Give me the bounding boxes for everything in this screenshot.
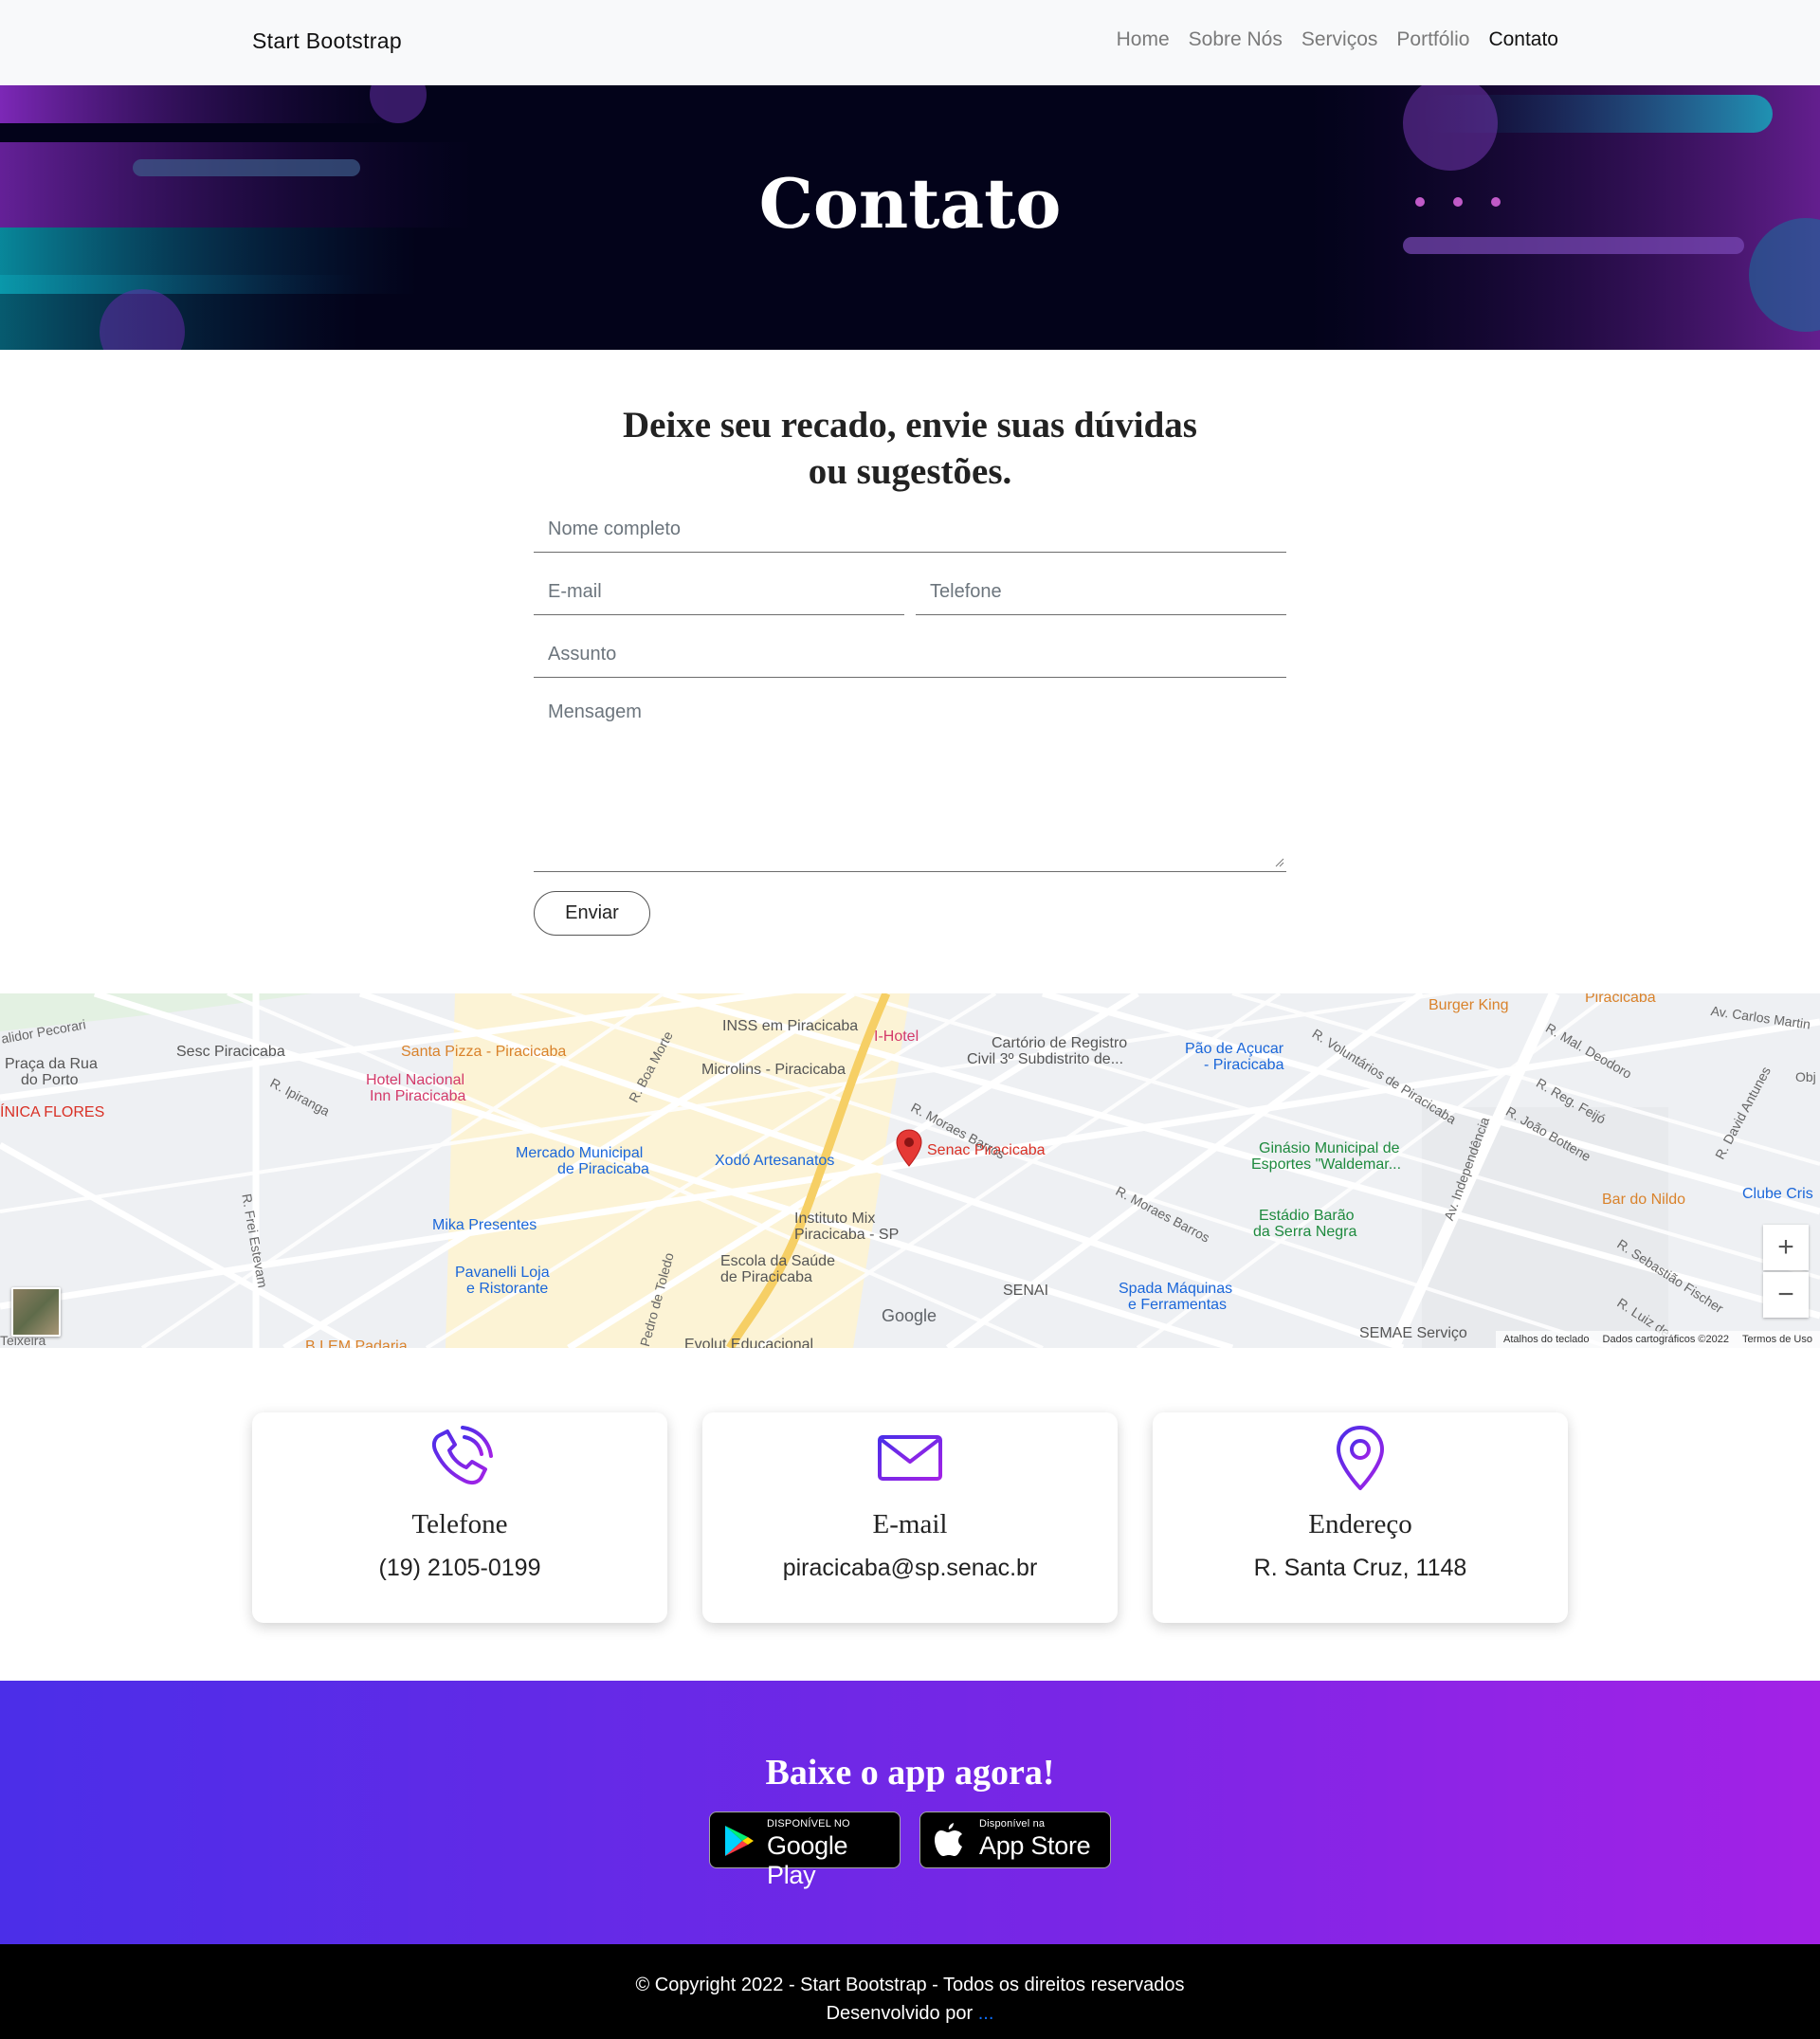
location-pin-icon: [1337, 1426, 1384, 1490]
footer-copyright: © Copyright 2022 - Start Bootstrap - Tod…: [635, 1975, 1185, 1995]
location-pin-icon[interactable]: [895, 1128, 923, 1168]
map-place-label[interactable]: Mika Presentes: [432, 1217, 537, 1234]
map-place-label[interactable]: Escola da Saúde: [720, 1253, 835, 1270]
map-place-label[interactable]: Inn Piracicaba: [370, 1088, 465, 1105]
navbar: Start Bootstrap Home Sobre Nós Serviços …: [0, 0, 1820, 85]
map-place-label[interactable]: - Piracicaba: [1204, 1057, 1283, 1074]
phone-icon: [431, 1426, 493, 1485]
subject-field[interactable]: [534, 632, 1286, 678]
google-play-button[interactable]: DISPONÍVEL NO Google Play: [709, 1811, 901, 1889]
google-logo: Google: [882, 1306, 937, 1325]
map-place-label[interactable]: Sesc Piracicaba: [176, 1044, 285, 1061]
map-place-label[interactable]: Santa Pizza - Piracicaba: [401, 1044, 566, 1061]
map-place-label[interactable]: de Piracicaba: [557, 1161, 649, 1178]
map-place-label[interactable]: Praça da Rua: [5, 1056, 98, 1073]
contact-card-email: E-mail piracicaba@sp.senac.br: [702, 1412, 1118, 1623]
navbar-brand[interactable]: Start Bootstrap: [252, 28, 402, 54]
map-place-label[interactable]: B LEM Padaria: [305, 1338, 408, 1348]
map-data-credit: Dados cartográficos ©2022: [1602, 1334, 1730, 1345]
send-button[interactable]: Enviar: [534, 891, 650, 936]
form-heading: Deixe seu recado, envie suas dúvidas ou …: [531, 402, 1289, 495]
map-place-label[interactable]: da Serra Negra: [1253, 1224, 1356, 1241]
map-place-label[interactable]: Evolut Educacional: [684, 1337, 813, 1348]
map-place-label[interactable]: Clube Cris: [1742, 1186, 1813, 1203]
footer-developer-link[interactable]: ...: [978, 2003, 994, 2024]
footer: © Copyright 2022 - Start Bootstrap - Tod…: [0, 1944, 1820, 2039]
map-place-label[interactable]: Xodó Artesanatos: [715, 1153, 834, 1170]
map-place-label[interactable]: Pavanelli Loja: [455, 1265, 550, 1282]
envelope-icon: [878, 1435, 942, 1481]
map-place-label[interactable]: Piracicaba: [1585, 993, 1656, 1007]
satellite-toggle[interactable]: [11, 1287, 61, 1337]
map-place-label[interactable]: INSS em Piracicaba: [722, 1018, 858, 1035]
google-play-big-text: Google Play: [767, 1831, 848, 1889]
map-place-label[interactable]: e Ferramentas: [1128, 1297, 1227, 1314]
nav-item-contato[interactable]: Contato: [1488, 28, 1558, 51]
hero-banner: Contato: [0, 85, 1820, 350]
contact-card-value[interactable]: piracicaba@sp.senac.br: [702, 1555, 1118, 1582]
map-place-label[interactable]: Bar do Nildo: [1602, 1192, 1685, 1209]
map-place-label[interactable]: Pão de Açucar: [1185, 1041, 1283, 1058]
phone-field[interactable]: [916, 570, 1286, 615]
form-heading-line1: Deixe seu recado, envie suas dúvidas: [623, 405, 1197, 446]
map-place-label[interactable]: Cartório de Registro: [992, 1035, 1127, 1052]
contact-card-title: E-mail: [872, 1509, 948, 1539]
contact-card-title: Endereço: [1308, 1509, 1412, 1539]
map-place-label[interactable]: Civil 3º Subdistrito de...: [967, 1051, 1123, 1068]
map-place-label[interactable]: ÍNICA FLORES: [0, 1104, 104, 1121]
app-store-big-text: App Store: [979, 1831, 1091, 1860]
nav-item-portfolio[interactable]: Portfólio: [1396, 28, 1469, 51]
contact-card-value: R. Santa Cruz, 1148: [1253, 1555, 1467, 1581]
apple-icon: [935, 1823, 962, 1856]
contact-card-address: Endereço R. Santa Cruz, 1148: [1153, 1412, 1568, 1623]
map-place-label[interactable]: SEMAE Serviço: [1359, 1325, 1467, 1342]
footer-credit: Desenvolvido por ...: [0, 2003, 1820, 2025]
full-name-field[interactable]: [534, 507, 1286, 553]
google-play-small-text: DISPONÍVEL NO: [767, 1818, 850, 1830]
map-place-label[interactable]: Microlins - Piracicaba: [701, 1062, 846, 1079]
map-place-label[interactable]: Hotel Nacional: [366, 1072, 464, 1089]
map-place-label[interactable]: Ginásio Municipal de: [1259, 1140, 1400, 1157]
map-place-label[interactable]: Spada Máquinas: [1119, 1281, 1232, 1298]
email-field[interactable]: [534, 570, 904, 615]
nav-item-sobre-nos[interactable]: Sobre Nós: [1189, 28, 1283, 51]
map-place-label[interactable]: I-Hotel: [874, 1029, 919, 1046]
nav-item-servicos[interactable]: Serviços: [1301, 28, 1378, 51]
resize-handle-icon[interactable]: [1275, 858, 1284, 867]
app-title: Baixe o app agora!: [765, 1753, 1055, 1793]
map-place-label[interactable]: e Ristorante: [466, 1281, 548, 1298]
app-download-section: Baixe o app agora! DISPONÍVEL NO Google …: [0, 1681, 1820, 1944]
app-store-small-text: Disponível na: [979, 1818, 1046, 1830]
map-place-label[interactable]: do Porto: [21, 1072, 78, 1089]
map-street-label: Obj: [1795, 1069, 1816, 1084]
contact-card-title: Telefone: [411, 1509, 508, 1539]
google-play-icon: [725, 1826, 754, 1856]
zoom-out-button[interactable]: −: [1763, 1272, 1809, 1318]
map-place-label[interactable]: Estádio Barão: [1259, 1208, 1355, 1225]
message-field[interactable]: [534, 701, 1286, 872]
map-terms-link[interactable]: Termos de Uso: [1742, 1334, 1812, 1345]
map-attribution: Atalhos do teclado Dados cartográficos ©…: [1496, 1331, 1820, 1348]
map-place-label[interactable]: Esportes "Waldemar...: [1251, 1156, 1401, 1174]
page-title: Contato: [758, 163, 1062, 244]
google-map[interactable]: Senac Piracicaba INSS em Piracicaba Sesc…: [0, 993, 1820, 1348]
footer-developed-by: Desenvolvido por: [826, 2003, 974, 2024]
map-place-label[interactable]: Instituto Mix: [794, 1211, 875, 1228]
contact-card-phone: Telefone (19) 2105-0199: [252, 1412, 667, 1623]
form-heading-line2: ou sugestões.: [808, 451, 1012, 492]
map-place-label[interactable]: Mercado Municipal: [516, 1145, 643, 1162]
app-store-button[interactable]: Disponível na App Store: [919, 1811, 1111, 1868]
map-place-label[interactable]: Burger King: [1429, 997, 1509, 1014]
map-place-label[interactable]: SENAI: [1003, 1283, 1048, 1300]
map-shortcuts-link[interactable]: Atalhos do teclado: [1503, 1334, 1590, 1345]
map-place-label[interactable]: Piracicaba - SP: [794, 1227, 899, 1244]
contact-card-value: (19) 2105-0199: [378, 1555, 541, 1581]
nav-item-home[interactable]: Home: [1117, 28, 1170, 51]
zoom-in-button[interactable]: +: [1763, 1225, 1809, 1270]
nav-menu: Home Sobre Nós Serviços Portfólio Contat…: [1117, 28, 1558, 51]
map-place-label[interactable]: de Piracicaba: [720, 1269, 812, 1286]
